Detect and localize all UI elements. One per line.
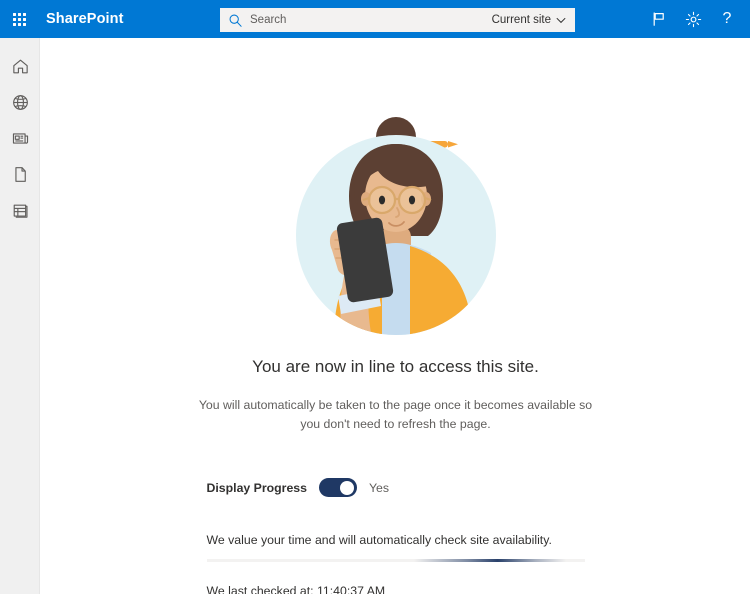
display-progress-label: Display Progress — [206, 480, 307, 495]
toggle-knob — [339, 480, 354, 495]
waiting-panel: You are now in line to access this site.… — [186, 110, 606, 434]
flag-icon — [653, 12, 664, 26]
help-icon: ? — [722, 10, 732, 27]
sidebar-item-files[interactable] — [0, 156, 40, 192]
availability-text: We value your time and will automaticall… — [206, 533, 552, 547]
left-navigation-rail — [0, 38, 40, 594]
eye-left — [378, 195, 385, 205]
app-launcher-button[interactable] — [0, 0, 38, 38]
news-icon — [12, 132, 28, 144]
search-scope-selector[interactable]: Current site — [492, 14, 566, 26]
header-actions: ? — [642, 0, 744, 38]
settings-button[interactable] — [676, 0, 710, 38]
search-input[interactable] — [250, 14, 492, 26]
search-scope-label: Current site — [491, 14, 551, 26]
last-checked-text: We last checked at: 11:40:37 AM — [206, 583, 386, 594]
sharepoint-waiting-page: SharePoint Current site — [0, 0, 750, 594]
person-with-phone-illustration — [295, 117, 496, 335]
page-subtext: You will automatically be taken to the p… — [198, 398, 593, 432]
display-progress-toggle[interactable] — [318, 478, 357, 497]
gear-icon — [685, 11, 701, 27]
waffle-icon — [12, 12, 26, 26]
progress-panel: Display Progress Yes We value your time … — [206, 478, 585, 594]
suite-header: SharePoint Current site — [0, 0, 750, 38]
brand-title[interactable]: SharePoint — [46, 11, 124, 27]
globe-icon — [12, 94, 28, 110]
page-icon — [14, 166, 26, 182]
list-icon — [13, 204, 28, 218]
search-box[interactable]: Current site — [220, 8, 575, 32]
progress-bar-indicator — [414, 559, 566, 562]
display-progress-row: Display Progress Yes — [207, 478, 585, 497]
page-title: You are now in line to access this site. — [252, 357, 539, 376]
search-icon — [229, 14, 242, 27]
sidebar-item-home[interactable] — [0, 48, 40, 84]
home-icon — [12, 59, 28, 73]
sidebar-item-lists[interactable] — [0, 192, 40, 228]
display-progress-state: Yes — [368, 480, 390, 495]
chevron-down-icon — [556, 17, 566, 23]
help-button[interactable]: ? — [710, 0, 744, 38]
main-content: You are now in line to access this site.… — [41, 38, 750, 594]
progress-bar — [206, 559, 585, 562]
sidebar-item-sites[interactable] — [0, 84, 40, 120]
sidebar-item-news[interactable] — [0, 120, 40, 156]
flag-button[interactable] — [642, 0, 676, 38]
eye-right — [408, 195, 415, 205]
